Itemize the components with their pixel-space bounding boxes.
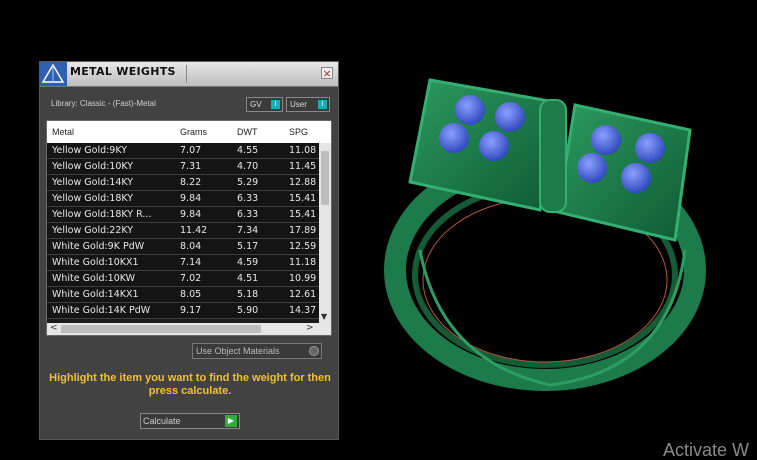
- gv-toggle-indicator: I: [271, 100, 280, 109]
- grams-cell: 11.42: [180, 225, 208, 236]
- dwt-cell: 5.18: [237, 289, 259, 300]
- dwt-cell: 5.29: [237, 177, 259, 188]
- table-row[interactable]: Yellow Gold:14KY 8.22 5.29 12.88: [47, 175, 319, 191]
- table-header: Metal Grams DWT SPG: [47, 121, 331, 143]
- metal-cell: Yellow Gold:18KY: [52, 193, 134, 204]
- metal-cell: White Gold:9K PdW: [52, 241, 145, 252]
- scroll-right-arrow-icon[interactable]: >: [306, 323, 314, 333]
- matrix-logo-icon: [40, 62, 67, 86]
- column-header-metal[interactable]: Metal: [52, 127, 74, 137]
- grams-cell: 7.02: [180, 273, 202, 284]
- grams-cell: 9.84: [180, 209, 202, 220]
- dwt-cell: 4.55: [237, 145, 259, 156]
- radio-indicator-icon: [309, 346, 319, 356]
- metal-cell: Yellow Gold:18KY R...: [52, 209, 152, 220]
- play-arrow-icon: ▶: [225, 415, 237, 427]
- column-header-dwt[interactable]: DWT: [237, 127, 258, 137]
- panel-titlebar[interactable]: METAL WEIGHTS ×: [40, 62, 338, 87]
- spg-cell: 15.41: [289, 193, 317, 204]
- spg-cell: 17.89: [289, 225, 317, 236]
- horizontal-scrollbar[interactable]: < >: [47, 323, 331, 335]
- spg-cell: 12.59: [289, 241, 317, 252]
- use-object-materials-button[interactable]: Use Object Materials: [192, 343, 322, 359]
- table-row[interactable]: White Gold:14KX1 8.05 5.18 12.61: [47, 287, 319, 303]
- user-toggle-label: User: [290, 100, 307, 109]
- calculate-label: Calculate: [143, 416, 181, 426]
- column-header-spg[interactable]: SPG: [289, 127, 308, 137]
- panel-title: METAL WEIGHTS: [70, 65, 176, 78]
- dwt-cell: 4.59: [237, 257, 259, 268]
- scroll-down-arrow-icon[interactable]: ▼: [321, 312, 327, 321]
- dwt-cell: 4.51: [237, 273, 259, 284]
- metal-table: Metal Grams DWT SPG Yellow Gold:9KY 7.07 4…: [46, 120, 332, 336]
- metal-weights-panel: METAL WEIGHTS × Library: Classic - (Fast…: [39, 61, 339, 440]
- metal-cell: Yellow Gold:9KY: [52, 145, 128, 156]
- metal-cell: Yellow Gold:22KY: [52, 225, 134, 236]
- metal-cell: White Gold:10KW: [52, 273, 136, 284]
- spg-cell: 11.45: [289, 161, 317, 172]
- table-row[interactable]: Yellow Gold:22KY 11.42 7.34 17.89: [47, 223, 319, 239]
- user-toggle-indicator: I: [318, 100, 327, 109]
- table-row[interactable]: White Gold:10KX1 7.14 4.59 11.18: [47, 255, 319, 271]
- table-row[interactable]: Yellow Gold:9KY 7.07 4.55 11.08: [47, 143, 319, 159]
- calculate-button[interactable]: Calculate ▶: [140, 413, 240, 429]
- table-row[interactable]: White Gold:9K PdW 8.04 5.17 12.59: [47, 239, 319, 255]
- table-row[interactable]: Yellow Gold:18KY 9.84 6.33 15.41: [47, 191, 319, 207]
- column-header-grams[interactable]: Grams: [180, 127, 207, 137]
- user-toggle[interactable]: User I: [286, 97, 330, 112]
- dwt-cell: 5.90: [237, 305, 259, 316]
- dwt-cell: 4.70: [237, 161, 259, 172]
- gv-toggle-label: GV: [250, 100, 262, 109]
- table-row[interactable]: White Gold:10KW 7.02 4.51 10.99: [47, 271, 319, 287]
- table-rows: Yellow Gold:9KY 7.07 4.55 11.08 Yellow Gold…: [47, 143, 319, 319]
- metal-cell: Yellow Gold:10KY: [52, 161, 134, 172]
- instruction-text: Highlight the item you want to find the …: [49, 372, 331, 397]
- grams-cell: 8.22: [180, 177, 202, 188]
- grams-cell: 8.04: [180, 241, 202, 252]
- table-row[interactable]: Yellow Gold:10KY 7.31 4.70 11.45: [47, 159, 319, 175]
- spg-cell: 15.41: [289, 209, 317, 220]
- scroll-left-arrow-icon[interactable]: <: [50, 323, 58, 333]
- table-row[interactable]: Yellow Gold:18KY R... 9.84 6.33 15.41: [47, 207, 319, 223]
- spg-cell: 11.08: [289, 145, 317, 156]
- library-label: Library: Classic - (Fast)-Metal: [51, 99, 156, 108]
- spg-cell: 11.18: [289, 257, 317, 268]
- close-button[interactable]: ×: [321, 67, 333, 79]
- dwt-cell: 6.33: [237, 209, 259, 220]
- spg-cell: 10.99: [289, 273, 317, 284]
- vertical-scroll-thumb[interactable]: [321, 151, 329, 205]
- metal-cell: White Gold:14K PdW: [52, 305, 151, 316]
- metal-cell: Yellow Gold:14KY: [52, 177, 134, 188]
- metal-cell: White Gold:10KX1: [52, 257, 139, 268]
- title-separator: [186, 65, 187, 83]
- grams-cell: 9.84: [180, 193, 202, 204]
- spg-cell: 14.37: [289, 305, 317, 316]
- spg-cell: 12.88: [289, 177, 317, 188]
- use-object-materials-label: Use Object Materials: [196, 346, 280, 356]
- horizontal-scroll-thumb[interactable]: [61, 325, 261, 333]
- dwt-cell: 7.34: [237, 225, 259, 236]
- grams-cell: 7.07: [180, 145, 202, 156]
- activate-windows-watermark: Activate W: [663, 440, 750, 460]
- dwt-cell: 6.33: [237, 193, 259, 204]
- gv-toggle[interactable]: GV I: [246, 97, 283, 112]
- dwt-cell: 5.17: [237, 241, 259, 252]
- metal-cell: White Gold:14KX1: [52, 289, 139, 300]
- grams-cell: 9.17: [180, 305, 202, 316]
- spg-cell: 12.61: [289, 289, 317, 300]
- vertical-scrollbar[interactable]: ▼: [319, 143, 331, 323]
- table-row[interactable]: White Gold:14K PdW 9.17 5.90 14.37: [47, 303, 319, 319]
- grams-cell: 7.14: [180, 257, 202, 268]
- grams-cell: 7.31: [180, 161, 202, 172]
- ring-model[interactable]: [380, 60, 710, 400]
- grams-cell: 8.05: [180, 289, 202, 300]
